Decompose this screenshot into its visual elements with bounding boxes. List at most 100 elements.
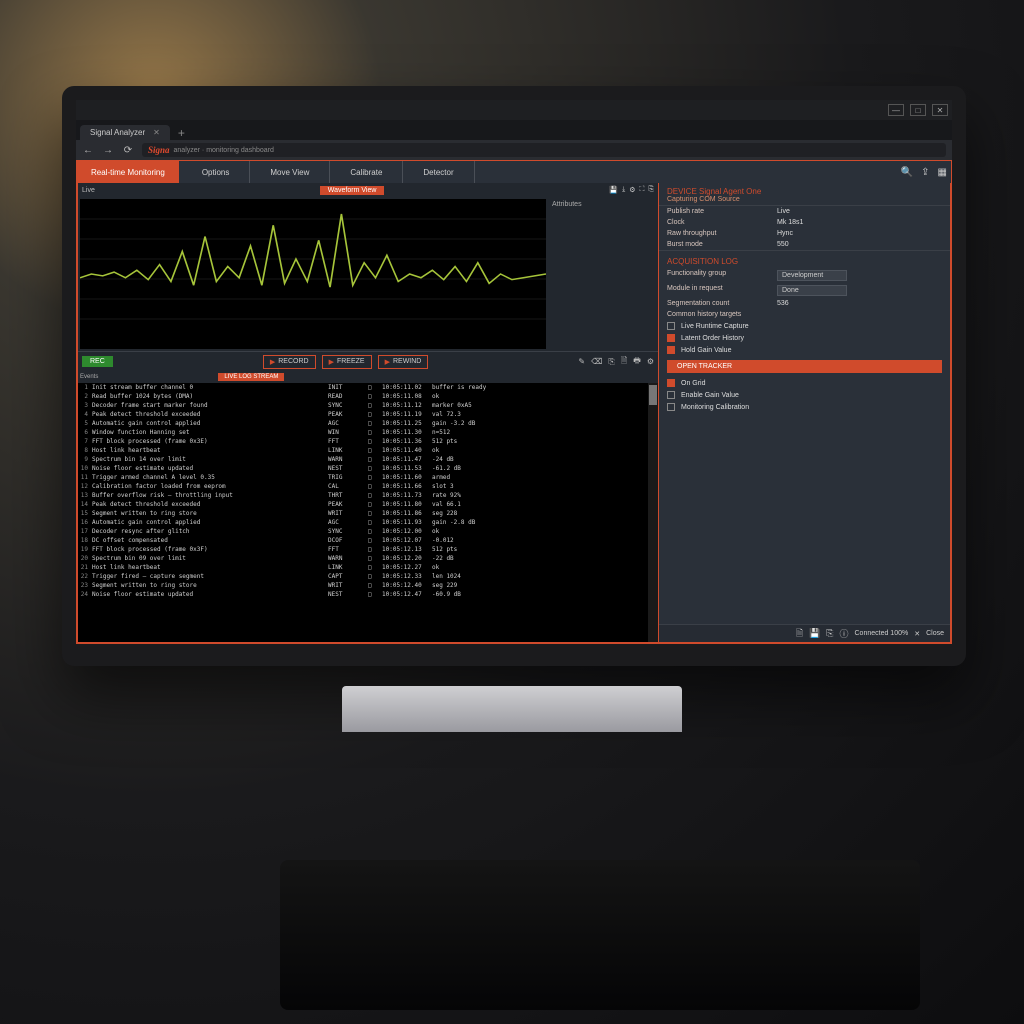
kv-row: ClockMk 18s1 (659, 217, 950, 228)
chart-controls: REC ▶RECORD ▶FREEZE ▶REWIND ✎ ⌫ ⎘ 🗎 🖶 ⚙ (78, 351, 658, 371)
ctrl-gear-icon[interactable]: ⚙ (647, 357, 654, 366)
search-icon[interactable]: 🔍 (901, 167, 913, 178)
log-row[interactable]: 15Segment written to ring storeWRIT□10:0… (78, 509, 658, 518)
toolbar-tab-options[interactable]: Options (182, 161, 251, 183)
url-field[interactable]: Signa analyzer · monitoring dashboard (142, 143, 946, 157)
log-row[interactable]: 2Read buffer 1024 bytes (DMA)READ□10:05:… (78, 392, 658, 401)
toolbar-tab-calibrate[interactable]: Calibrate (330, 161, 403, 183)
status-close-button[interactable]: Close (926, 630, 944, 637)
checkbox-row[interactable]: Hold Gain Value (659, 344, 950, 356)
ctrl-print-icon[interactable]: 🖶 (633, 355, 641, 369)
checkbox-icon[interactable] (667, 379, 675, 387)
log-row[interactable]: 13Buffer overflow risk — throttling inpu… (78, 491, 658, 500)
status-connected: Connected 100% (855, 630, 909, 637)
new-tab-button[interactable]: + (170, 126, 193, 140)
checkbox-row[interactable]: Latent Order History (659, 332, 950, 344)
ctrl-doc-icon[interactable]: 🗎 (621, 355, 627, 369)
log-row[interactable]: 16Automatic gain control appliedAGC□10:0… (78, 518, 658, 527)
browser-tab[interactable]: Signal Analyzer ✕ (80, 125, 170, 140)
log-row[interactable]: 11Trigger armed channel A level 0.35TRIG… (78, 473, 658, 482)
log-row[interactable]: 17Decoder resync after glitchSYNC□10:05:… (78, 527, 658, 536)
chart-save-icon[interactable]: 💾 (609, 186, 618, 194)
toolbar-tab-active[interactable]: Real-time Monitoring (77, 161, 179, 183)
ctrl-edit-icon[interactable]: ✎ (578, 357, 585, 366)
open-tracker-button[interactable]: OPEN TRACKER (667, 360, 942, 373)
chart-fullscreen-icon[interactable]: ⛶ (639, 186, 644, 194)
log-row[interactable]: 5Automatic gain control appliedAGC□10:05… (78, 419, 658, 428)
checkbox-label: Enable Gain Value (681, 392, 739, 399)
log-row[interactable]: 12Calibration factor loaded from eepromC… (78, 482, 658, 491)
kv-row: Publish rateLive (659, 206, 950, 217)
log-row[interactable]: 24Noise floor estimate updatedNEST□10:05… (78, 590, 658, 599)
status-save-icon[interactable]: 💾 (809, 628, 820, 639)
kv-value: 550 (777, 241, 789, 248)
app-content: Live Waveform View 💾 ⤓ ⚙ ⛶ ⎘ (77, 183, 951, 643)
log-row[interactable]: 14Peak detect threshold exceededPEAK□10:… (78, 500, 658, 509)
log-header: Events LIVE LOG STREAM (78, 371, 658, 383)
monitor-frame: — □ ✕ Signal Analyzer ✕ + ← → ⟳ Signa an… (62, 86, 966, 666)
checkbox-icon[interactable] (667, 334, 675, 342)
freeze-button[interactable]: ▶FREEZE (322, 355, 372, 369)
log-row[interactable]: 4Peak detect threshold exceededPEAK□10:0… (78, 410, 658, 419)
chart-copy-icon[interactable]: ⎘ (648, 186, 654, 194)
status-bar: 🗎 💾 ⎘ ⓘ Connected 100% ✕ Close (659, 624, 950, 642)
log-row[interactable]: 22Trigger fired — capture segmentCAPT□10… (78, 572, 658, 581)
checkbox-label: Live Runtime Capture (681, 323, 749, 330)
log-row[interactable]: 10Noise floor estimate updatedNEST□10:05… (78, 464, 658, 473)
nav-back-icon[interactable]: ← (82, 145, 94, 156)
checkbox-icon[interactable] (667, 322, 675, 330)
log-row[interactable]: 9Spectrum bin 14 over limitWARN□10:05:11… (78, 455, 658, 464)
kv-input[interactable]: Done (777, 285, 847, 296)
grid-icon[interactable]: ▦ (938, 167, 947, 178)
checkbox-row[interactable]: Monitoring Calibration (659, 401, 950, 413)
log-row[interactable]: 3Decoder frame start marker foundSYNC□10… (78, 401, 658, 410)
log-scrollbar[interactable] (648, 383, 658, 642)
checkbox-row[interactable]: On Grid (659, 377, 950, 389)
export-icon[interactable]: ⇪ (921, 167, 929, 178)
rewind-button[interactable]: ▶REWIND (378, 355, 429, 369)
log-row[interactable]: 19FFT block processed (frame 0x3F)FFT□10… (78, 545, 658, 554)
checkbox-icon[interactable] (667, 346, 675, 354)
window-max-button[interactable]: □ (910, 104, 926, 116)
log-scroll-thumb[interactable] (649, 385, 657, 405)
kv-row: Segmentation count536 (659, 298, 950, 309)
status-info-icon[interactable]: ⓘ (839, 627, 848, 640)
checkbox-row[interactable]: Live Runtime Capture (659, 320, 950, 332)
log-row[interactable]: 8Host link heartbeatLINK□10:05:11.40ok (78, 446, 658, 455)
chart-settings-icon[interactable]: ⚙ (629, 186, 635, 194)
record-button[interactable]: ▶RECORD (263, 355, 316, 369)
status-copy-icon[interactable]: ⎘ (826, 628, 833, 639)
status-doc-icon[interactable]: 🗎 (796, 626, 803, 642)
toolbar-tab-moveview[interactable]: Move View (250, 161, 330, 183)
kv-input[interactable]: Development (777, 270, 847, 281)
chart-download-icon[interactable]: ⤓ (622, 186, 625, 194)
window-min-button[interactable]: — (888, 104, 904, 116)
log-row[interactable]: 21Host link heartbeatLINK□10:05:12.27ok (78, 563, 658, 572)
chart-left-badge: Live (82, 187, 95, 194)
log-row[interactable]: 20Spectrum bin 09 over limitWARN□10:05:1… (78, 554, 658, 563)
ctrl-delete-icon[interactable]: ⌫ (591, 357, 602, 366)
checkbox-row[interactable]: Enable Gain Value (659, 389, 950, 401)
nav-forward-icon[interactable]: → (102, 145, 114, 156)
checkbox-icon[interactable] (667, 403, 675, 411)
window-titlebar: — □ ✕ (76, 100, 952, 120)
log-row[interactable]: 7FFT block processed (frame 0x3E)FFT□10:… (78, 437, 658, 446)
tab-close-icon[interactable]: ✕ (153, 128, 160, 137)
record-indicator[interactable]: REC (82, 356, 113, 367)
waveform-chart[interactable] (80, 199, 546, 349)
status-close-icon[interactable]: ✕ (914, 630, 920, 638)
log-row[interactable]: 1Init stream buffer channel 0INIT□10:05:… (78, 383, 658, 392)
checkbox-icon[interactable] (667, 391, 675, 399)
toolbar-tab-detector[interactable]: Detector (403, 161, 474, 183)
ctrl-copy-icon[interactable]: ⎘ (608, 357, 614, 367)
kv-value: Live (777, 208, 790, 215)
log-table[interactable]: 1Init stream buffer channel 0INIT□10:05:… (78, 383, 658, 642)
checkbox-label: Monitoring Calibration (681, 404, 749, 411)
log-row[interactable]: 6Window function Hanning setWIN□10:05:11… (78, 428, 658, 437)
chart-wrap: Attributes (78, 197, 658, 351)
log-row[interactable]: 18DC offset compensatedDCOF□10:05:12.07-… (78, 536, 658, 545)
window-close-button[interactable]: ✕ (932, 104, 948, 116)
nav-reload-icon[interactable]: ⟳ (122, 145, 134, 156)
app-toolbar: Real-time Monitoring Options Move View C… (77, 161, 951, 183)
log-row[interactable]: 23Segment written to ring storeWRIT□10:0… (78, 581, 658, 590)
